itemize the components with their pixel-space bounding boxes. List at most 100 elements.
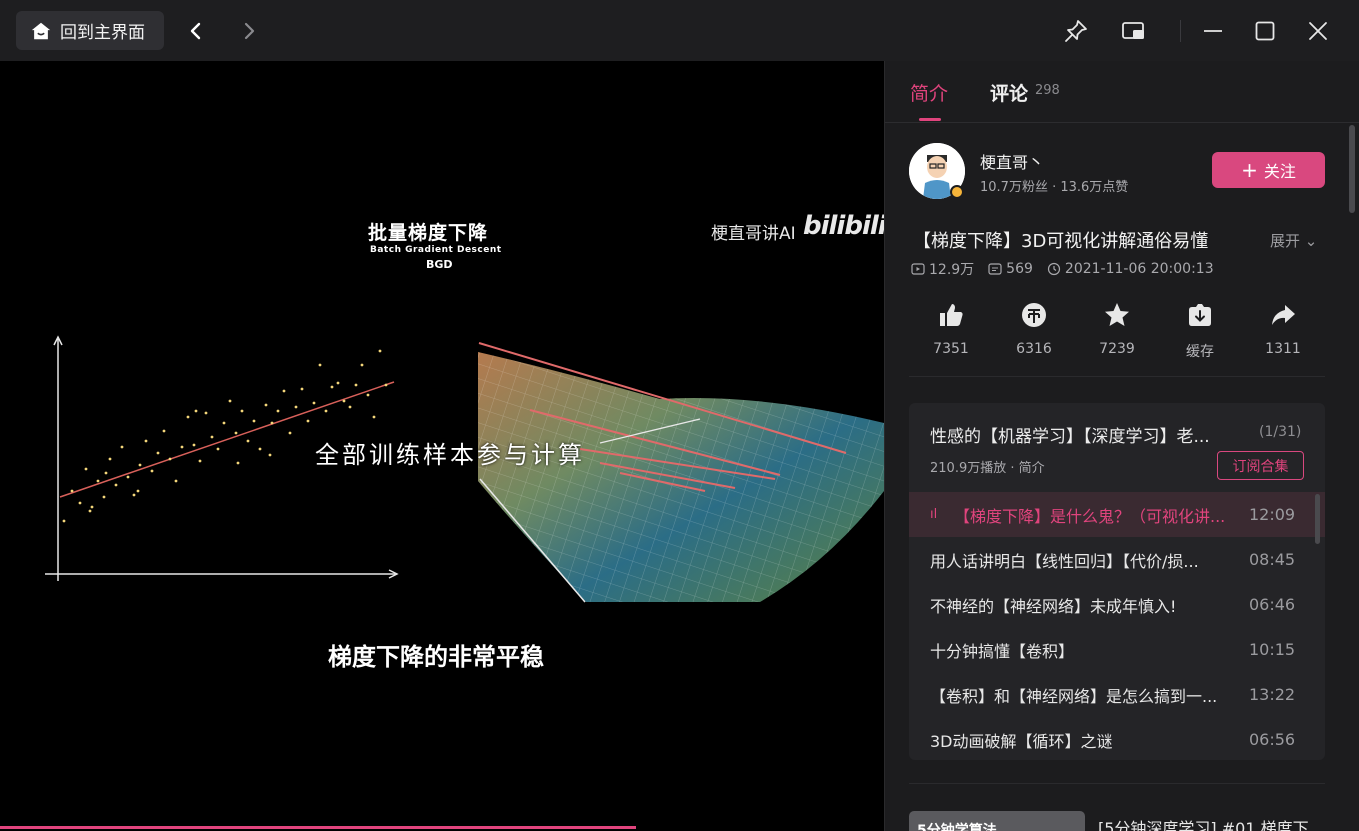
picture-in-picture-button[interactable] (1116, 14, 1150, 48)
follow-button-label: 关注 (1263, 162, 1296, 181)
episode-item[interactable]: 十分钟搞懂【卷积】 10:15 (909, 627, 1325, 672)
comment-count: 298 (1035, 83, 1060, 98)
minimize-icon (1204, 30, 1222, 32)
video-player[interactable]: 批量梯度下降 Batch Gradient Descent BGD 梗直哥讲AI… (0, 61, 884, 831)
collection-position: (1/31) (1259, 424, 1302, 440)
clock-icon (1047, 262, 1061, 276)
episode-item[interactable]: 【卷积】和【神经网络】是怎么搞到一... 13:22 (909, 672, 1325, 717)
subscribe-collection-button[interactable]: 订阅合集 (1217, 451, 1304, 480)
video-overlay-subtitle-en: Batch Gradient Descent (370, 245, 502, 255)
danmaku-icon (988, 263, 1002, 275)
video-progress-bar[interactable] (0, 826, 637, 829)
publish-date: 2021-11-06 20:00:13 (1064, 261, 1214, 277)
expand-label: 展开 (1270, 232, 1301, 250)
side-panel: 简介 评论 298 梗直哥丶 10.7万粉丝 · 13.6万点赞 + 关注 【梯… (884, 61, 1359, 831)
close-button[interactable] (1301, 14, 1335, 48)
share-button[interactable]: 1311 (1253, 301, 1313, 357)
bilibili-logo: bilibili (803, 211, 884, 241)
view-count: 12.9万 (929, 262, 975, 278)
follow-button[interactable]: + 关注 (1212, 152, 1325, 188)
chevron-right-icon (244, 22, 255, 40)
episode-duration: 12:09 (1249, 505, 1296, 524)
chevron-down-icon: ⌄ (1304, 232, 1318, 250)
episode-title: 3D动画破解【循环】之谜 (930, 731, 1113, 751)
episode-duration: 13:22 (1249, 685, 1296, 704)
loss-surface-graphic (478, 342, 884, 603)
maximize-icon (1255, 21, 1275, 41)
uploader-name[interactable]: 梗直哥丶 (980, 149, 1044, 173)
star-icon (1105, 303, 1129, 326)
app-window: 回到主界面 批量梯度下降 Batch Gradient Descent BGD … (0, 0, 1359, 831)
tab-comments[interactable]: 评论 (990, 79, 1028, 106)
home-button[interactable]: 回到主界面 (16, 11, 164, 50)
download-icon (1189, 304, 1211, 326)
video-title: 【梯度下降】3D可视化讲解通俗易懂 (913, 231, 1209, 252)
now-playing-icon: ıl (930, 507, 938, 522)
like-button[interactable]: 7351 (921, 301, 981, 357)
share-icon (1272, 305, 1295, 325)
episode-title: 【卷积】和【神经网络】是怎么搞到一... (930, 686, 1218, 706)
recommended-video-thumbnail[interactable]: 5分钟学算法 (909, 811, 1085, 831)
collection-stats: 210.9万播放 · 简介 (930, 461, 1045, 476)
title-bar: 回到主界面 (0, 0, 1359, 61)
download-label: 缓存 (1186, 344, 1214, 360)
episode-duration: 10:15 (1249, 640, 1296, 659)
divider (909, 376, 1325, 377)
active-tab-indicator (919, 118, 941, 121)
episode-item[interactable]: 用人话讲明白【线性回归】【代价/损... 08:45 (909, 537, 1325, 582)
share-count: 1311 (1265, 341, 1301, 357)
coin-button[interactable]: 6316 (1004, 301, 1064, 357)
chevron-left-icon (190, 22, 201, 40)
verified-badge (950, 185, 964, 199)
back-button[interactable] (181, 16, 211, 46)
episode-duration: 08:45 (1249, 550, 1296, 569)
minimize-button[interactable] (1196, 14, 1230, 48)
picture-in-picture-icon (1122, 22, 1144, 39)
episode-title: 十分钟搞懂【卷积】 (930, 641, 1075, 661)
home-button-label: 回到主界面 (60, 23, 145, 43)
expand-button[interactable]: 展开 ⌄ (1270, 230, 1317, 251)
maximize-button[interactable] (1248, 14, 1282, 48)
episode-duration: 06:46 (1249, 595, 1296, 614)
titlebar-divider (1180, 20, 1181, 42)
collection-card: 性感的【机器学习】【深度学习】老... (1/31) 210.9万播放 · 简介… (909, 403, 1325, 760)
panel-tabs: 简介 评论 298 (885, 61, 1359, 123)
episode-list: ıl 【梯度下降】是什么鬼？（可视化讲... 12:09 用人话讲明白【线性回归】【代… (909, 492, 1325, 760)
video-caption-bottom: 梯度下降的非常平稳 (328, 643, 544, 671)
video-overlay-title: 批量梯度下降 (368, 222, 489, 244)
episode-duration: 06:56 (1249, 730, 1296, 749)
coin-count: 6316 (1016, 341, 1052, 357)
favorite-button[interactable]: 7239 (1087, 301, 1147, 357)
pin-icon (1065, 20, 1087, 42)
tab-intro[interactable]: 简介 (910, 79, 948, 106)
collection-title[interactable]: 性感的【机器学习】【深度学习】老... (930, 422, 1250, 447)
episode-title: 【梯度下降】是什么鬼？（可视化讲... (954, 506, 1226, 526)
episode-title: 不神经的【神经网络】未成年慎入! (930, 596, 1177, 616)
watermark-text: 梗直哥讲AI (711, 224, 796, 244)
like-count: 7351 (933, 341, 969, 357)
recommended-video-title[interactable]: [5分钟深度学习] #01 梯度下 (1098, 815, 1328, 831)
play-count-icon (911, 263, 925, 275)
panel-scrollbar[interactable] (1349, 125, 1355, 213)
thumbnail-text: 5分钟学算法 (917, 823, 997, 831)
action-bar: 7351 6316 7239 缓存 1311 (909, 301, 1331, 371)
video-overlay-abbr: BGD (426, 258, 453, 271)
pin-button[interactable] (1059, 14, 1093, 48)
uploader-stats: 10.7万粉丝 · 13.6万点赞 (980, 180, 1129, 195)
close-icon (1309, 22, 1327, 40)
episode-item[interactable]: ıl 【梯度下降】是什么鬼？（可视化讲... 12:09 (909, 492, 1325, 537)
video-caption-mid: 全部训练样本参与计算 (315, 441, 585, 469)
video-meta: 12.9万 569 2021-11-06 20:00:13 (911, 259, 1214, 279)
favorite-count: 7239 (1099, 341, 1135, 357)
coin-icon (1022, 303, 1046, 327)
home-icon (31, 22, 51, 39)
forward-button[interactable] (234, 16, 264, 46)
episode-list-scrollbar[interactable] (1315, 494, 1320, 544)
episode-item[interactable]: 不神经的【神经网络】未成年慎入! 06:46 (909, 582, 1325, 627)
download-button[interactable]: 缓存 (1170, 301, 1230, 361)
thumbs-up-icon (940, 304, 963, 326)
danmaku-count: 569 (1006, 261, 1033, 277)
episode-item[interactable]: 3D动画破解【循环】之谜 06:56 (909, 717, 1325, 760)
divider (909, 783, 1325, 784)
plus-icon: + (1241, 158, 1258, 182)
